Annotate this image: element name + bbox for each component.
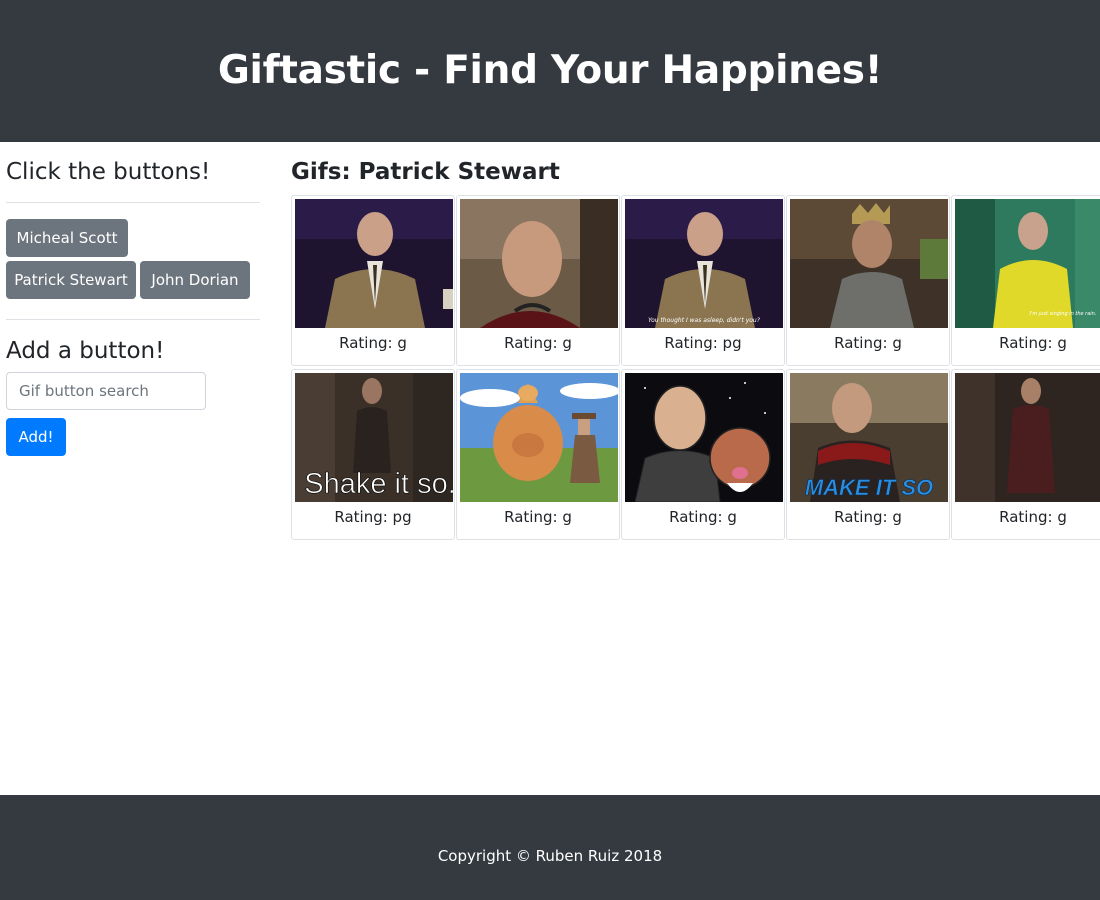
topic-button-patrick-stewart[interactable]: Patrick Stewart (6, 261, 136, 299)
gif-image[interactable]: I'm just singing in the rain. (955, 199, 1100, 328)
gifs-heading: Gifs: Patrick Stewart (291, 159, 560, 185)
topic-button-micheal-scott[interactable]: Micheal Scott (6, 219, 128, 257)
gif-rating: Rating: g (999, 508, 1067, 526)
gif-grid: Rating: g Rating: g You thought I was as… (291, 195, 1100, 540)
gif-image[interactable] (955, 373, 1100, 502)
gif-card[interactable]: MAKE IT SO Rating: g (786, 369, 950, 540)
gif-search-input[interactable] (6, 372, 206, 410)
gif-card[interactable]: Rating: g (456, 195, 620, 366)
gif-rating: Rating: g (339, 334, 407, 352)
gif-card[interactable]: You thought I was asleep, didn't you? Ra… (621, 195, 785, 366)
add-button[interactable]: Add! (6, 418, 66, 456)
gif-image[interactable] (790, 199, 948, 328)
gif-caption: MAKE IT SO (805, 475, 933, 500)
gif-card[interactable]: Rating: g (786, 195, 950, 366)
gif-caption: Shake it so. (304, 468, 453, 500)
gif-image[interactable] (460, 199, 618, 328)
gif-card[interactable]: I'm just singing in the rain. Rating: g (951, 195, 1100, 366)
gif-rating: Rating: pg (664, 334, 742, 352)
gif-image[interactable] (460, 373, 618, 502)
copyright-text: Copyright © Ruben Ruiz 2018 (437, 847, 663, 865)
gif-caption: I'm just singing in the rain. (1030, 311, 1097, 317)
gif-card[interactable]: Rating: g (291, 195, 455, 366)
gif-image[interactable] (295, 199, 453, 328)
gif-card[interactable]: Shake it so. Rating: pg (291, 369, 455, 540)
gif-rating: Rating: g (999, 334, 1067, 352)
buttons-heading: Click the buttons! (6, 159, 211, 185)
topic-button-john-dorian[interactable]: John Dorian (140, 261, 250, 299)
divider (6, 202, 260, 203)
gif-caption: You thought I was asleep, didn't you? (648, 317, 761, 324)
gif-rating: Rating: g (504, 334, 572, 352)
page-title: Giftastic - Find Your Happines! (217, 48, 883, 93)
gif-rating: Rating: pg (334, 508, 412, 526)
divider (6, 319, 260, 320)
gif-card[interactable]: Rating: g (621, 369, 785, 540)
add-heading: Add a button! (6, 338, 165, 364)
gif-card[interactable]: Rating: g (456, 369, 620, 540)
page-footer: Copyright © Ruben Ruiz 2018 (0, 795, 1100, 900)
gif-rating: Rating: g (504, 508, 572, 526)
gif-rating: Rating: g (669, 508, 737, 526)
gif-image[interactable] (625, 373, 783, 502)
page-header: Giftastic - Find Your Happines! (0, 0, 1100, 142)
gif-rating: Rating: g (834, 508, 902, 526)
gif-card[interactable]: Rating: g (951, 369, 1100, 540)
gif-image[interactable]: You thought I was asleep, didn't you? (625, 199, 783, 328)
gif-image[interactable]: Shake it so. (295, 373, 453, 502)
gif-rating: Rating: g (834, 334, 902, 352)
gif-image[interactable]: MAKE IT SO (790, 373, 948, 502)
